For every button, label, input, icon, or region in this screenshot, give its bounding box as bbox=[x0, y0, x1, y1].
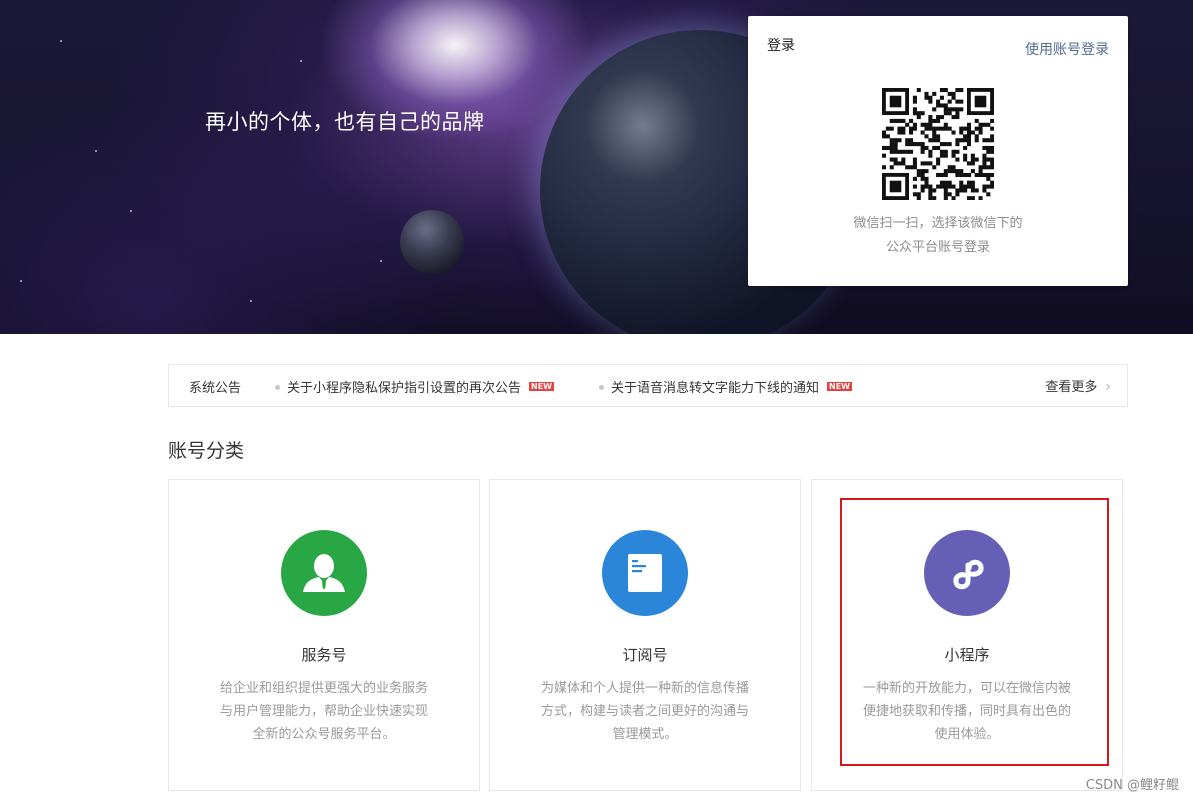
announcement-text: 关于小程序隐私保护指引设置的再次公告 bbox=[287, 381, 522, 396]
announcement-label: 系统公告 bbox=[189, 381, 242, 396]
view-more-label: 查看更多 bbox=[1045, 380, 1098, 395]
desc-line: 给企业和组织提供更强大的业务服务 bbox=[219, 681, 428, 696]
document-icon bbox=[602, 530, 688, 616]
card-title: 小程序 bbox=[944, 646, 990, 664]
card-title: 服务号 bbox=[301, 646, 347, 664]
desc-line: 管理模式。 bbox=[612, 727, 678, 742]
new-badge: NEW bbox=[529, 382, 554, 391]
login-instructions: 微信扫一扫，选择该微信下的 公众平台账号登录 bbox=[748, 212, 1128, 260]
qr-code bbox=[882, 88, 994, 200]
section-title: 账号分类 bbox=[168, 440, 245, 462]
desc-line: 为媒体和个人提供一种新的信息传播 bbox=[540, 681, 749, 696]
announcement-bar: 系统公告 关于小程序隐私保护指引设置的再次公告 NEW 关于语音消息转文字能力下线… bbox=[168, 364, 1128, 407]
login-panel: 登录 使用账号登录 微信扫一扫，选择该微信下的 公众平台账号登录 bbox=[748, 16, 1128, 286]
bullet-icon bbox=[275, 385, 280, 390]
card-subscription-account[interactable]: 订阅号 为媒体和个人提供一种新的信息传播 方式，构建与读者之间更好的沟通与 管理… bbox=[489, 479, 801, 791]
account-login-link[interactable]: 使用账号登录 bbox=[1025, 39, 1109, 59]
card-description: 给企业和组织提供更强大的业务服务 与用户管理能力，帮助企业快速实现 全新的公众号… bbox=[205, 677, 443, 746]
desc-line: 一种新的开放能力，可以在微信内被 bbox=[862, 681, 1071, 696]
user-suit-icon bbox=[281, 530, 367, 616]
card-description: 一种新的开放能力，可以在微信内被 便捷地获取和传播，同时具有出色的 使用体验。 bbox=[848, 677, 1086, 746]
announcement-item[interactable]: 关于语音消息转文字能力下线的通知 NEW bbox=[599, 377, 852, 396]
announcement-item[interactable]: 关于小程序隐私保护指引设置的再次公告 NEW bbox=[275, 377, 554, 396]
desc-line: 使用体验。 bbox=[934, 727, 1000, 742]
card-description: 为媒体和个人提供一种新的信息传播 方式，构建与读者之间更好的沟通与 管理模式。 bbox=[526, 677, 764, 746]
chevron-right-icon: › bbox=[1105, 379, 1111, 395]
mini-program-icon bbox=[924, 530, 1010, 616]
view-more-link[interactable]: 查看更多 › bbox=[1045, 376, 1111, 395]
desc-line: 方式，构建与读者之间更好的沟通与 bbox=[540, 704, 749, 719]
desc-line: 全新的公众号服务平台。 bbox=[252, 727, 396, 742]
moon-image bbox=[400, 210, 464, 274]
login-tip-line-1: 微信扫一扫，选择该微信下的 bbox=[853, 216, 1023, 231]
banner-slogan: 再小的个体，也有自己的品牌 bbox=[205, 110, 485, 134]
watermark: CSDN @鲤籽鲲 bbox=[1085, 778, 1179, 793]
bullet-icon bbox=[599, 385, 604, 390]
desc-line: 便捷地获取和传播，同时具有出色的 bbox=[862, 704, 1071, 719]
announcement-text: 关于语音消息转文字能力下线的通知 bbox=[611, 381, 820, 396]
desc-line: 与用户管理能力，帮助企业快速实现 bbox=[219, 704, 428, 719]
new-badge: NEW bbox=[827, 382, 852, 391]
login-title: 登录 bbox=[767, 38, 795, 54]
card-service-account[interactable]: 服务号 给企业和组织提供更强大的业务服务 与用户管理能力，帮助企业快速实现 全新… bbox=[168, 479, 480, 791]
card-title: 订阅号 bbox=[622, 646, 668, 664]
card-mini-program[interactable]: 小程序 一种新的开放能力，可以在微信内被 便捷地获取和传播，同时具有出色的 使用… bbox=[811, 479, 1123, 791]
login-tip-line-2: 公众平台账号登录 bbox=[885, 240, 990, 255]
